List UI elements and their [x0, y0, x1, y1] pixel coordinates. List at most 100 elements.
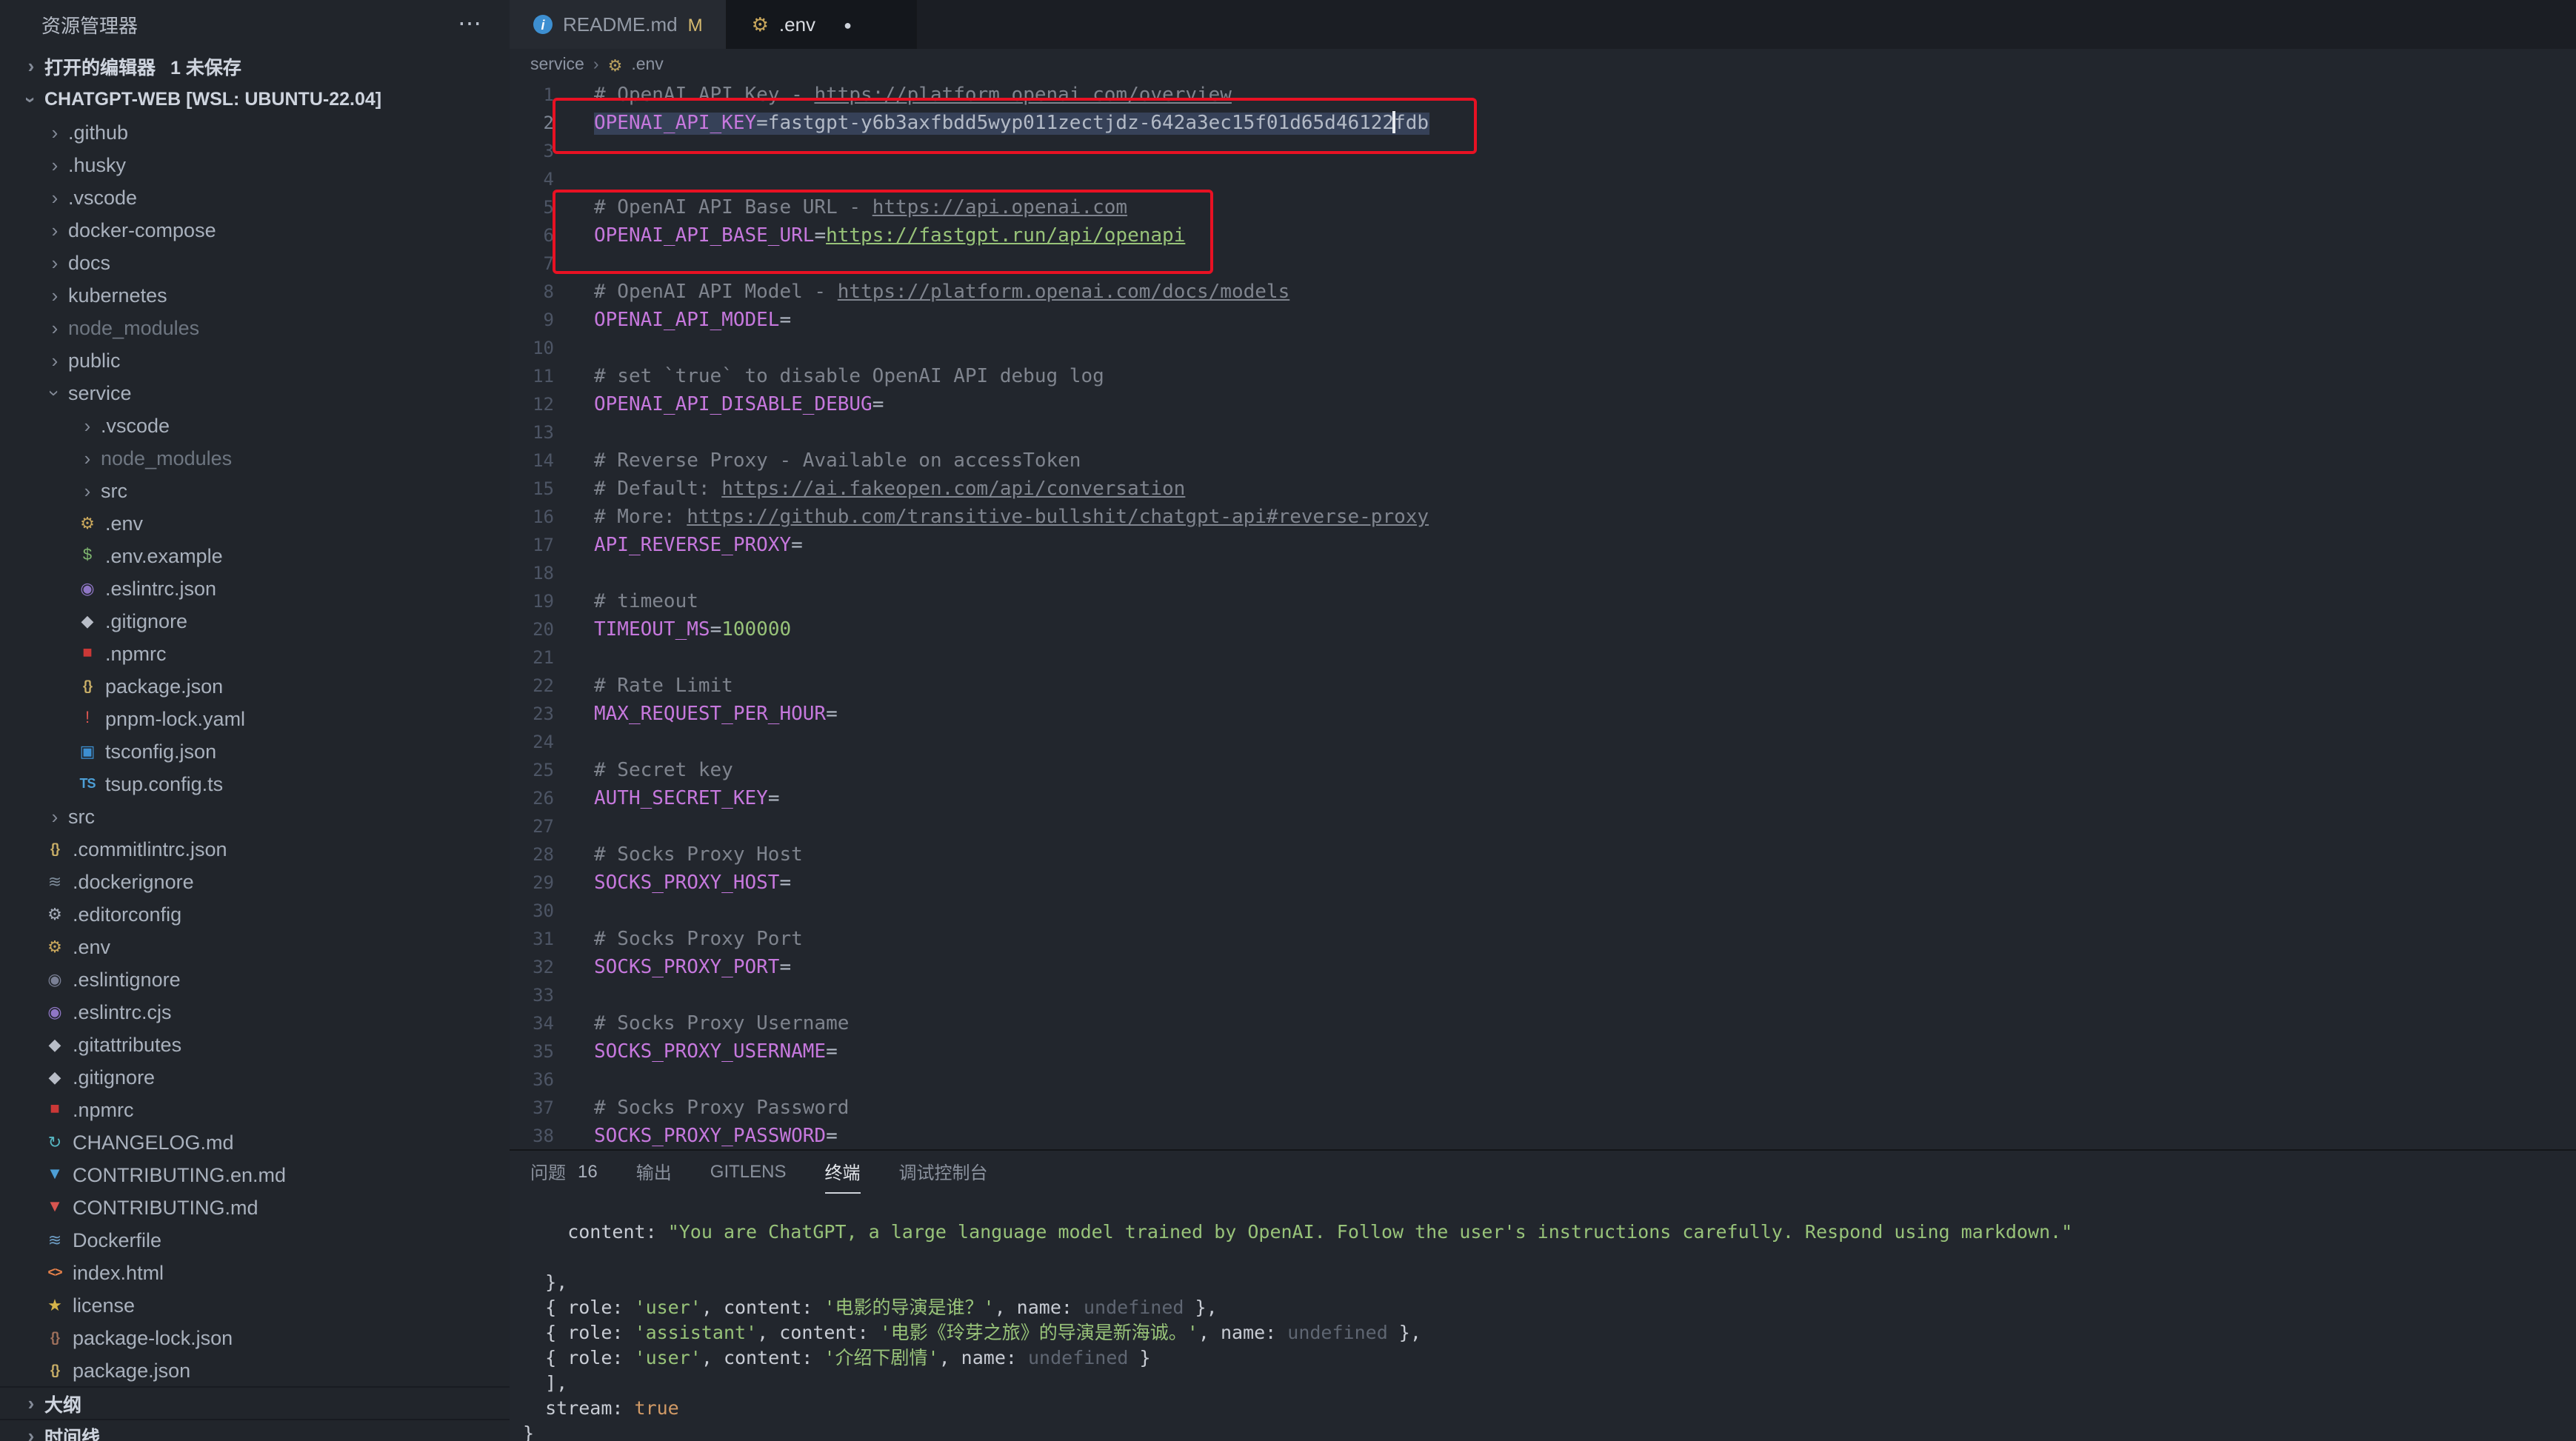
tree-file-index.html[interactable]: <>index.html: [0, 1256, 510, 1288]
tree-folder-src[interactable]: ›src: [0, 474, 510, 506]
tree-folder-src[interactable]: ›src: [0, 800, 510, 832]
panel-tab-terminal[interactable]: 终端: [825, 1151, 861, 1194]
tree-folder-node_modules[interactable]: ›node_modules: [0, 311, 510, 344]
tree-file-package-lock.json[interactable]: {}package-lock.json: [0, 1321, 510, 1354]
editor-line-17[interactable]: 17API_REVERSE_PROXY=: [510, 532, 2576, 560]
editor-line-12[interactable]: 12OPENAI_API_DISABLE_DEBUG=: [510, 391, 2576, 419]
editor-line-25[interactable]: 25# Secret key: [510, 757, 2576, 785]
panel-tab-debug-console[interactable]: 调试控制台: [899, 1151, 988, 1194]
editor-line-22[interactable]: 22# Rate Limit: [510, 672, 2576, 701]
panel-tab-gitlens[interactable]: GITLENS: [710, 1151, 787, 1194]
editor-line-6[interactable]: 6OPENAI_API_BASE_URL=https://fastgpt.run…: [510, 222, 2576, 250]
editor-line-19[interactable]: 19# timeout: [510, 588, 2576, 616]
editor-line-27[interactable]: 27: [510, 813, 2576, 841]
editor-line-28[interactable]: 28# Socks Proxy Host: [510, 841, 2576, 869]
tree-folder-.github[interactable]: ›.github: [0, 116, 510, 148]
editor-line-38[interactable]: 38SOCKS_PROXY_PASSWORD=: [510, 1123, 2576, 1149]
editor-line-2[interactable]: 2OPENAI_API_KEY=fastgpt-y6b3axfbdd5wyp01…: [510, 110, 2576, 138]
editor-line-24[interactable]: 24: [510, 729, 2576, 757]
editor-line-7[interactable]: 7: [510, 250, 2576, 278]
tree-file-tsup.config.ts[interactable]: TStsup.config.ts: [0, 767, 510, 800]
outline-header[interactable]: › 大纲: [0, 1386, 510, 1419]
tree-folder-kubernetes[interactable]: ›kubernetes: [0, 278, 510, 311]
editor-line-33[interactable]: 33: [510, 982, 2576, 1010]
tree-file-.env.example[interactable]: $.env.example: [0, 539, 510, 572]
editor-line-4[interactable]: 4: [510, 166, 2576, 194]
editor-line-15[interactable]: 15# Default: https://ai.fakeopen.com/api…: [510, 475, 2576, 504]
tree-file-CHANGELOG.md[interactable]: ↻CHANGELOG.md: [0, 1126, 510, 1158]
terminal-output[interactable]: content: "You are ChatGPT, a large langu…: [510, 1194, 2576, 1441]
editor-line-35[interactable]: 35SOCKS_PROXY_USERNAME=: [510, 1038, 2576, 1066]
panel-tab-output[interactable]: 输出: [636, 1151, 672, 1194]
tree-file-CONTRIBUTING.en.md[interactable]: ▼CONTRIBUTING.en.md: [0, 1158, 510, 1191]
editor-tab-readme[interactable]: i README.md M: [510, 0, 728, 49]
editor-line-1[interactable]: 1# OpenAI API Key - https://platform.ope…: [510, 81, 2576, 110]
line-number: 37: [510, 1094, 554, 1123]
tree-file-.eslintrc.cjs[interactable]: ◉.eslintrc.cjs: [0, 995, 510, 1028]
tree-folder-docker-compose[interactable]: ›docker-compose: [0, 213, 510, 246]
editor[interactable]: 1# OpenAI API Key - https://platform.ope…: [510, 81, 2576, 1149]
tree-file-CONTRIBUTING.md[interactable]: ▼CONTRIBUTING.md: [0, 1191, 510, 1223]
tree-file-pnpm-lock.yaml[interactable]: !pnpm-lock.yaml: [0, 702, 510, 735]
tree-folder-.vscode[interactable]: ›.vscode: [0, 181, 510, 213]
editor-line-36[interactable]: 36: [510, 1066, 2576, 1094]
open-editors-header[interactable]: › 打开的编辑器 1 未保存: [0, 47, 510, 83]
editor-line-13[interactable]: 13: [510, 419, 2576, 447]
editor-tab-env[interactable]: ⚙ .env ●: [728, 0, 918, 49]
editor-line-9[interactable]: 9OPENAI_API_MODEL=: [510, 307, 2576, 335]
tree-folder-service[interactable]: ›service: [0, 376, 510, 409]
editor-line-16[interactable]: 16# More: https://github.com/transitive-…: [510, 504, 2576, 532]
editor-line-26[interactable]: 26AUTH_SECRET_KEY=: [510, 785, 2576, 813]
editor-line-3[interactable]: 3: [510, 138, 2576, 166]
editor-line-34[interactable]: 34# Socks Proxy Username: [510, 1010, 2576, 1038]
editor-line-37[interactable]: 37# Socks Proxy Password: [510, 1094, 2576, 1123]
editor-line-32[interactable]: 32SOCKS_PROXY_PORT=: [510, 954, 2576, 982]
editor-line-23[interactable]: 23MAX_REQUEST_PER_HOUR=: [510, 701, 2576, 729]
tree-folder-node_modules[interactable]: ›node_modules: [0, 441, 510, 474]
line-content: # OpenAI API Base URL - https://api.open…: [594, 197, 1127, 219]
editor-line-11[interactable]: 11# set `true` to disable OpenAI API deb…: [510, 363, 2576, 391]
timeline-header[interactable]: › 时间线: [0, 1419, 510, 1441]
project-header[interactable]: › CHATGPT-WEB [WSL: UBUNTU-22.04]: [0, 83, 510, 116]
editor-line-5[interactable]: 5# OpenAI API Base URL - https://api.ope…: [510, 194, 2576, 222]
tree-file-license[interactable]: ★license: [0, 1288, 510, 1321]
editor-line-10[interactable]: 10: [510, 335, 2576, 363]
panel-tab-problems[interactable]: 问题 16: [530, 1151, 598, 1194]
tree-file-.npmrc[interactable]: ■.npmrc: [0, 637, 510, 669]
tree-file-.editorconfig[interactable]: ⚙.editorconfig: [0, 897, 510, 930]
tree-file-.env[interactable]: ⚙.env: [0, 506, 510, 539]
tree-folder-docs[interactable]: ›docs: [0, 246, 510, 278]
tree-file-.gitignore[interactable]: ◆.gitignore: [0, 604, 510, 637]
line-number: 30: [510, 897, 554, 926]
editor-line-8[interactable]: 8# OpenAI API Model - https://platform.o…: [510, 278, 2576, 307]
editor-line-18[interactable]: 18: [510, 560, 2576, 588]
tree-file-.eslintignore[interactable]: ◉.eslintignore: [0, 963, 510, 995]
tree-file-.gitattributes[interactable]: ◆.gitattributes: [0, 1028, 510, 1060]
tree-file-.env[interactable]: ⚙.env: [0, 930, 510, 963]
breadcrumb-item-env[interactable]: .env: [631, 56, 664, 74]
code-segment: # Socks Proxy Port: [594, 929, 803, 951]
code-segment: =: [872, 394, 884, 416]
tree-file-.eslintrc.json[interactable]: ◉.eslintrc.json: [0, 572, 510, 604]
tree-folder-.vscode[interactable]: ›.vscode: [0, 409, 510, 441]
unsaved-dot-icon[interactable]: ●: [844, 17, 852, 32]
tree-file-Dockerfile[interactable]: ≋Dockerfile: [0, 1223, 510, 1256]
tree-folder-.husky[interactable]: ›.husky: [0, 148, 510, 181]
editor-line-30[interactable]: 30: [510, 897, 2576, 926]
editor-line-20[interactable]: 20TIMEOUT_MS=100000: [510, 616, 2576, 644]
breadcrumb-item-service[interactable]: service: [530, 56, 584, 74]
tree-file-.dockerignore[interactable]: ≋.dockerignore: [0, 865, 510, 897]
chevron-right-icon: ›: [74, 479, 101, 501]
tree-folder-public[interactable]: ›public: [0, 344, 510, 376]
more-actions-icon[interactable]: ⋯: [458, 9, 483, 39]
tree-file-.commitlintrc.json[interactable]: {}.commitlintrc.json: [0, 832, 510, 865]
tree-file-tsconfig.json[interactable]: ▣tsconfig.json: [0, 735, 510, 767]
editor-line-31[interactable]: 31# Socks Proxy Port: [510, 926, 2576, 954]
editor-line-29[interactable]: 29SOCKS_PROXY_HOST=: [510, 869, 2576, 897]
tree-file-.npmrc[interactable]: ■.npmrc: [0, 1093, 510, 1126]
tree-file-package.json[interactable]: {}package.json: [0, 1354, 510, 1386]
tree-file-package.json[interactable]: {}package.json: [0, 669, 510, 702]
tree-file-.gitignore[interactable]: ◆.gitignore: [0, 1060, 510, 1093]
editor-line-14[interactable]: 14# Reverse Proxy - Available on accessT…: [510, 447, 2576, 475]
editor-line-21[interactable]: 21: [510, 644, 2576, 672]
